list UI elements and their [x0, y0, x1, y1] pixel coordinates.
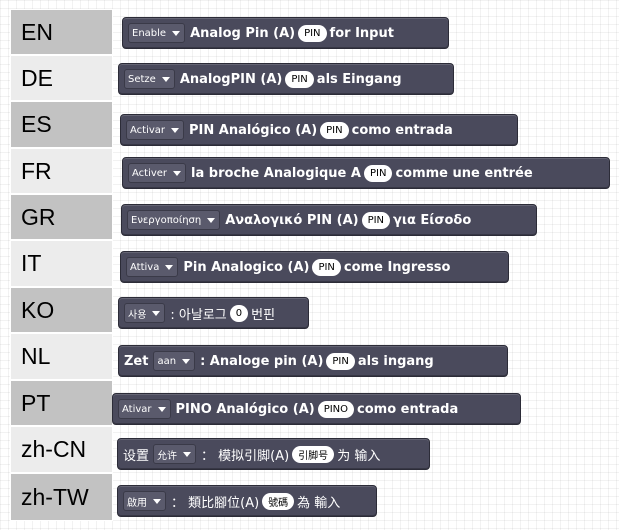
analog-pin-input-block-it[interactable]: Attiva Pin Analogico (A) PIN come Ingres…	[120, 251, 509, 283]
chevron-down-icon	[161, 76, 170, 82]
analog-pin-input-block-fr[interactable]: Activer la broche Analogique A PIN comme…	[122, 157, 610, 189]
lang-label-it: IT	[10, 240, 113, 287]
block-label: ： 類比腳位(A)	[171, 495, 260, 511]
block-label-suffix: als ingang	[357, 353, 434, 369]
block-label: la broche Analogique A	[191, 165, 361, 181]
analog-pin-input-block-ko[interactable]: 사용 : 아날로그 0 번핀	[118, 297, 309, 329]
block-label-suffix: 為 輸入	[297, 495, 341, 511]
chevron-down-icon	[207, 217, 216, 223]
chevron-down-icon	[171, 127, 180, 133]
block-label: Pin Analogico (A)	[183, 259, 310, 275]
language-column: EN DE ES FR GR IT KO NL PT zh-CN zh-TW	[10, 9, 113, 521]
pin-input[interactable]: PIN	[363, 164, 393, 182]
lang-label-pt: PT	[10, 380, 113, 426]
lang-label-gr: GR	[10, 194, 113, 240]
chevron-down-icon	[173, 170, 182, 176]
block-label-suffix: 번핀	[251, 307, 276, 323]
block-label: Analog Pin (A)	[190, 25, 296, 41]
mode-dropdown[interactable]: 사용	[124, 303, 166, 323]
chevron-down-icon	[157, 406, 166, 412]
chevron-down-icon	[153, 498, 161, 504]
chevron-down-icon	[152, 310, 161, 316]
analog-pin-input-block-nl[interactable]: Zet aan : Analoge pin (A) PIN als ingang	[118, 345, 508, 377]
block-label: Αναλογικό PIN (A)	[225, 212, 359, 228]
mode-dropdown[interactable]: Activar	[126, 120, 185, 140]
pin-input[interactable]: 引脚号	[292, 445, 335, 463]
mode-dropdown[interactable]: Attiva	[126, 257, 179, 277]
block-label-suffix: come Ingresso	[343, 259, 451, 275]
analog-pin-input-block-zh-tw[interactable]: 啟用 ： 類比腳位(A) 號碼 為 輸入	[117, 485, 377, 517]
block-label-suffix: als Eingang	[316, 71, 402, 87]
block-label-prefix: Zet	[124, 353, 149, 369]
analog-pin-input-block-gr[interactable]: Ενεργοποίηση Αναλογικό PIN (A) PIN για Ε…	[121, 204, 537, 236]
pin-input[interactable]: PIN	[320, 121, 349, 139]
block-label-prefix: 设置	[123, 448, 150, 464]
analog-pin-input-block-de[interactable]: Setze AnalogPIN (A) PIN als Eingang	[118, 63, 454, 95]
mode-dropdown[interactable]: Ativar	[118, 399, 171, 419]
block-label: PINO Analógico (A)	[175, 401, 315, 417]
mode-dropdown[interactable]: Activer	[128, 163, 187, 183]
block-label: : Analoge pin (A)	[200, 353, 324, 369]
pin-input[interactable]: PIN	[361, 211, 391, 229]
pin-input[interactable]: PIN	[312, 258, 341, 276]
pin-input[interactable]: PIN	[285, 70, 314, 88]
mode-dropdown[interactable]: 允许	[153, 444, 197, 464]
lang-label-zh-tw: zh-TW	[10, 473, 113, 521]
block-label: PIN Analógico (A)	[189, 122, 318, 138]
mode-dropdown[interactable]: Setze	[124, 69, 175, 89]
block-label-suffix: για Είσοδο	[393, 212, 472, 228]
block-label-suffix: como entrada	[351, 122, 453, 138]
block-label-suffix: comme une entrée	[395, 165, 533, 181]
lang-label-en: EN	[10, 9, 113, 55]
block-label-suffix: como entrada	[357, 401, 459, 417]
block-label-suffix: for Input	[329, 25, 394, 41]
chevron-down-icon	[182, 358, 191, 364]
mode-dropdown[interactable]: 啟用	[123, 491, 166, 511]
pin-input[interactable]: 號碼	[262, 492, 295, 510]
analog-pin-input-block-es[interactable]: Activar PIN Analógico (A) PIN como entra…	[120, 114, 518, 146]
chevron-down-icon	[165, 264, 174, 270]
chevron-down-icon	[183, 451, 192, 457]
block-label: ： 模拟引脚(A)	[201, 448, 290, 464]
lang-label-ko: KO	[10, 287, 113, 333]
chevron-down-icon	[172, 30, 181, 36]
block-label: AnalogPIN (A)	[179, 71, 283, 87]
pin-input[interactable]: PIN	[326, 352, 355, 370]
mode-dropdown[interactable]: aan	[153, 351, 196, 371]
pin-input[interactable]: PIN	[298, 24, 327, 42]
lang-label-zh-cn: zh-CN	[10, 426, 113, 473]
mode-dropdown[interactable]: Ενεργοποίηση	[127, 210, 221, 230]
lang-label-fr: FR	[10, 148, 113, 194]
block-label: : 아날로그	[170, 307, 227, 323]
mode-dropdown[interactable]: Enable	[128, 23, 186, 43]
lang-label-nl: NL	[10, 333, 113, 380]
block-label-suffix: 为 输入	[337, 448, 381, 464]
pin-input[interactable]: 0	[229, 304, 249, 322]
analog-pin-input-block-en[interactable]: Enable Analog Pin (A) PIN for Input	[122, 17, 449, 49]
analog-pin-input-block-zh-cn[interactable]: 设置 允许 ： 模拟引脚(A) 引脚号 为 输入	[117, 438, 430, 470]
lang-label-de: DE	[10, 55, 113, 101]
lang-label-es: ES	[10, 101, 113, 148]
pin-input[interactable]: PINO	[317, 400, 355, 418]
analog-pin-input-block-pt[interactable]: Ativar PINO Analógico (A) PINO como entr…	[112, 393, 521, 425]
